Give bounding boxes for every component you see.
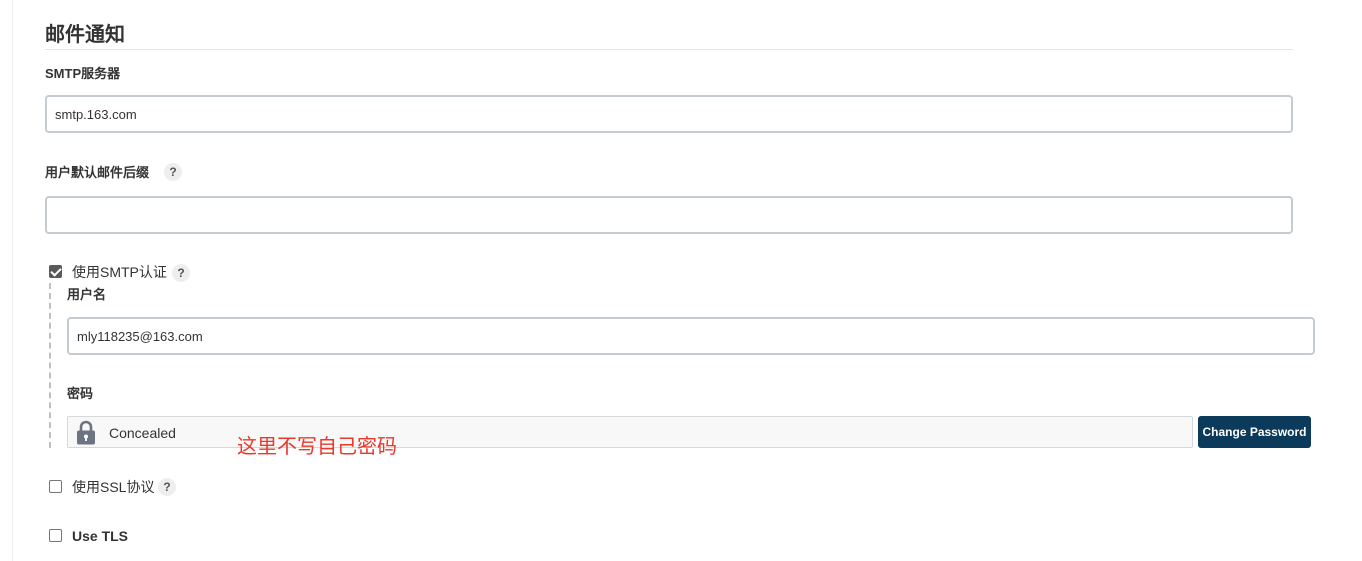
default-suffix-label: 用户默认邮件后缀 [45, 165, 150, 180]
username-input[interactable] [67, 317, 1315, 355]
default-suffix-help-icon[interactable]: ? [164, 163, 182, 181]
email-notification-page: 邮件通知 SMTP服务器 用户默认邮件后缀 ? 使用SMTP认证 ? 用户名 密… [0, 0, 1362, 561]
default-suffix-input[interactable] [45, 196, 1293, 234]
lock-icon [77, 420, 95, 445]
tls-checkbox[interactable] [49, 529, 62, 542]
section-divider [45, 49, 1293, 50]
password-annotation: 这里不写自己密码 [237, 436, 397, 458]
ssl-checkbox[interactable] [49, 480, 62, 493]
concealed-password-field: Concealed [67, 416, 1193, 448]
tls-label: Use TLS [72, 528, 129, 544]
smtp-server-label: SMTP服务器 [45, 66, 121, 81]
smtp-server-input[interactable] [45, 95, 1293, 133]
concealed-text: Concealed [109, 425, 176, 441]
password-label: 密码 [67, 386, 94, 401]
change-password-button[interactable]: Change Password [1198, 416, 1311, 448]
nested-options-guide [49, 283, 51, 448]
smtp-auth-checkbox[interactable] [49, 265, 62, 278]
left-border [12, 0, 13, 561]
username-label: 用户名 [67, 287, 107, 302]
ssl-help-icon[interactable]: ? [158, 478, 176, 496]
section-title: 邮件通知 [45, 24, 125, 46]
smtp-auth-label: 使用SMTP认证 [72, 264, 167, 280]
smtp-auth-help-icon[interactable]: ? [172, 264, 190, 282]
ssl-label: 使用SSL协议 [72, 479, 155, 495]
